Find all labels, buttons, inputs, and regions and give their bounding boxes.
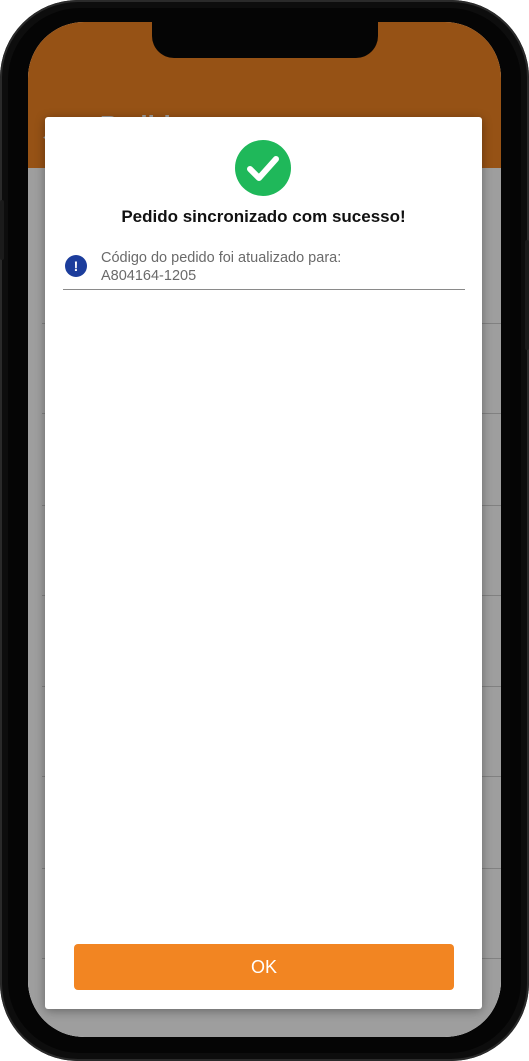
message-label: Código do pedido foi atualizado para: [101, 250, 342, 266]
message-text: Código do pedido foi atualizado para: A8… [101, 249, 461, 285]
side-button-right [525, 240, 529, 350]
ok-button[interactable]: OK [74, 944, 454, 990]
order-code: A804164-1205 [101, 268, 197, 284]
check-circle-icon [235, 140, 291, 196]
order-code-message: ! Código do pedido foi atualizado para: … [63, 249, 465, 290]
dialog-title: Pedido sincronizado com sucesso! [121, 207, 406, 226]
sync-success-dialog: Pedido sincronizado com sucesso! ! Códig… [45, 117, 482, 1009]
side-button-left [0, 200, 4, 260]
exclamation-circle-icon: ! [65, 255, 87, 277]
phone-notch [152, 22, 378, 58]
